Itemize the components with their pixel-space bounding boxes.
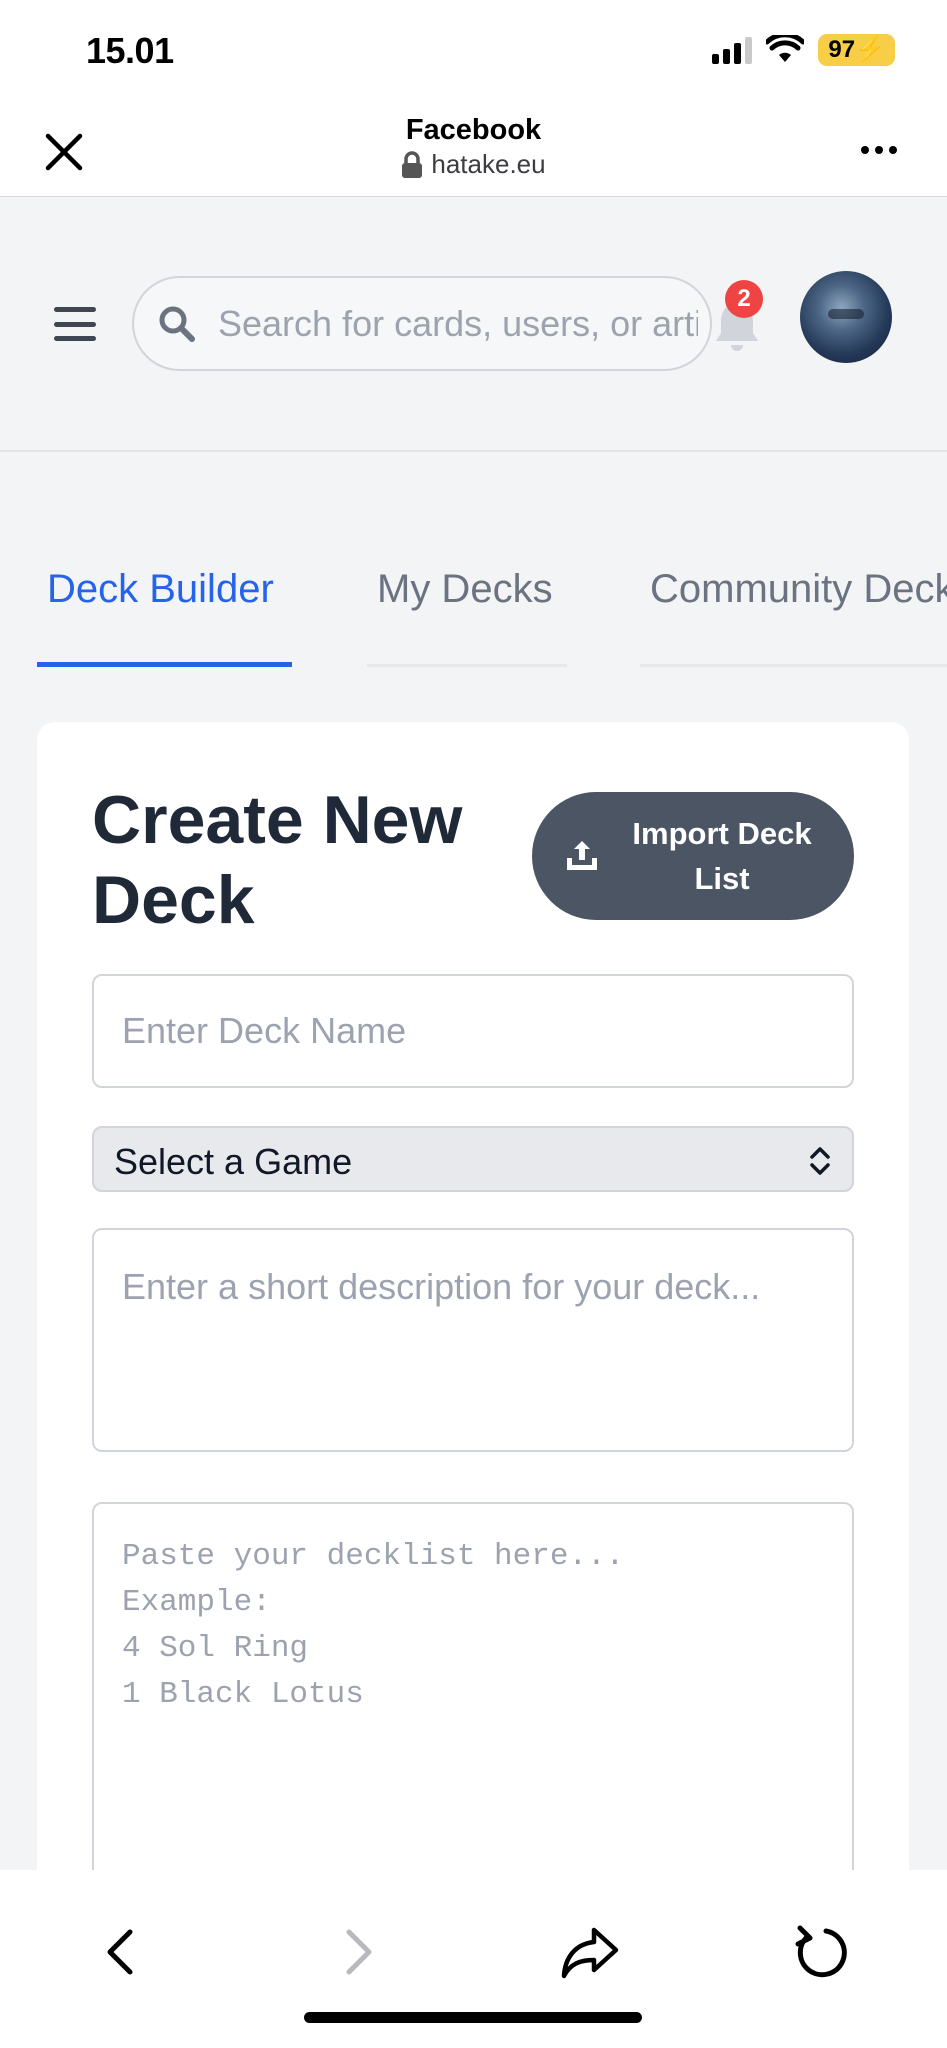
tab-community-decks[interactable]: Community Decks [640,537,947,667]
chevron-updown-icon [810,1147,830,1175]
user-avatar[interactable] [800,271,892,363]
reload-button[interactable] [790,1920,854,1984]
tab-bar: Deck Builder My Decks Community Decks [0,537,947,667]
create-deck-card: Create New Deck Import Deck List Select … [37,722,909,1870]
browser-title: Facebook [405,114,542,146]
search-input[interactable] [218,302,698,345]
battery-level: 97 [828,36,856,63]
upload-icon [567,841,597,870]
tab-label: My Decks [377,567,553,611]
battery-indicator: 97⚡ [818,34,895,66]
tab-my-decks[interactable]: My Decks [367,537,567,667]
site-header: 2 [0,197,947,452]
share-button[interactable] [558,1920,622,1984]
notification-badge: 2 [725,280,763,318]
search-icon [159,306,195,342]
search-bar[interactable] [132,276,712,371]
browser-title-block: Facebook hatake.eu [0,114,947,184]
tab-label: Deck Builder [47,567,274,611]
status-icons: 97⚡ [712,34,895,66]
status-bar: 15.01 97⚡ [0,0,947,100]
game-select-value: Select a Game [114,1141,353,1182]
home-indicator [304,2012,642,2023]
browser-url-text: hatake.eu [431,149,546,179]
back-button[interactable] [90,1920,154,1984]
lock-icon [402,150,423,178]
game-select[interactable]: Select a Game [92,1126,854,1192]
tab-underline [367,664,567,667]
reload-icon [795,1925,847,1978]
web-page: 2 Deck Builder My Decks Community Decks … [0,197,947,1870]
tab-underline [37,662,292,667]
charging-bolt-icon: ⚡ [855,36,885,63]
menu-icon[interactable] [54,307,96,341]
deck-name-input[interactable] [92,974,854,1088]
share-icon [561,1927,619,1979]
forward-button[interactable] [325,1920,389,1984]
deck-description-input[interactable] [92,1228,854,1452]
tab-label: Community Decks [650,567,947,611]
cellular-signal-icon [712,36,753,64]
tab-deck-builder[interactable]: Deck Builder [37,537,292,667]
forward-icon [346,1929,372,1975]
browser-url: hatake.eu [401,149,546,180]
import-button-label: Import Deck List [632,816,812,896]
wifi-icon [766,35,805,62]
more-icon [861,146,869,154]
tab-underline [640,664,947,667]
page-title: Create New Deck [92,782,463,938]
decklist-input[interactable] [92,1502,854,1870]
back-icon [107,1929,133,1975]
import-deck-list-button[interactable]: Import Deck List [532,792,854,920]
status-time: 15.01 [86,30,174,71]
browser-header: Facebook hatake.eu [0,100,947,197]
more-options-button[interactable] [855,136,903,164]
